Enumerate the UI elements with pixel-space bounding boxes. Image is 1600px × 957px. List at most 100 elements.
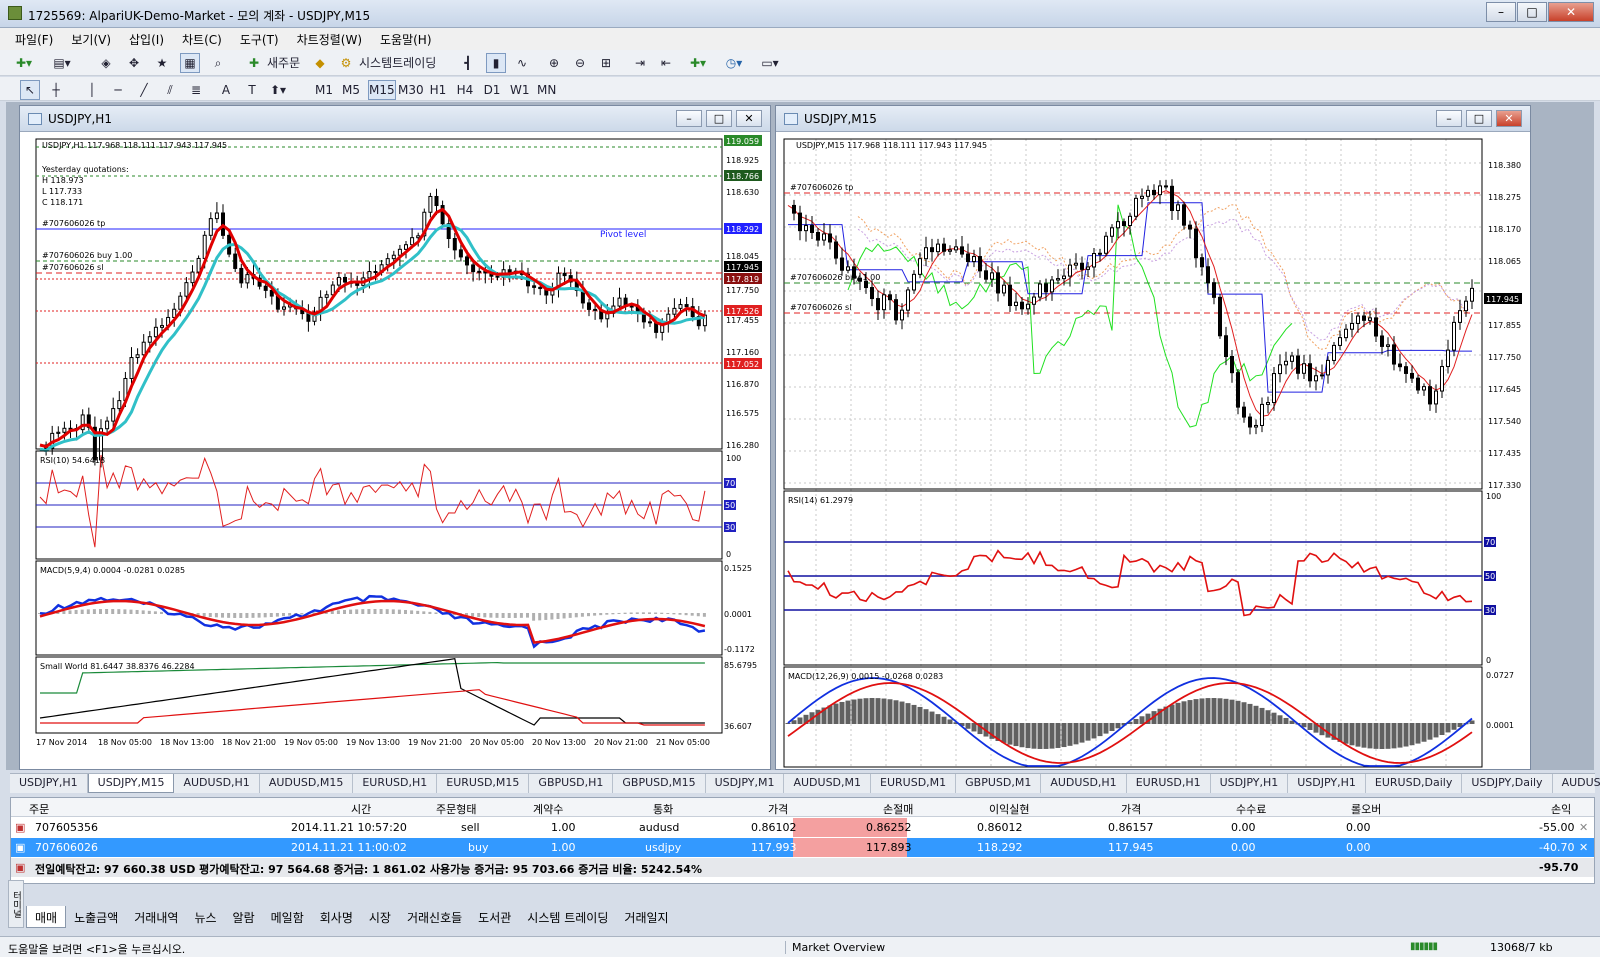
col-profit[interactable]: 손익 bbox=[1551, 801, 1571, 817]
text-label-icon[interactable]: T bbox=[242, 80, 262, 100]
col-swap[interactable]: 롤오버 bbox=[1351, 801, 1381, 817]
market-watch-icon[interactable]: ◈ bbox=[96, 53, 116, 73]
col-time[interactable]: 시간 bbox=[351, 801, 371, 817]
timeframe-m30[interactable]: M30 bbox=[397, 80, 425, 100]
zoom-out-icon[interactable]: ⊖ bbox=[570, 53, 590, 73]
table-row[interactable]: ▣ 707605356 2014.11.21 10:57:20 sell 1.0… bbox=[11, 818, 1594, 837]
menu-window[interactable]: 차트정렬(W) bbox=[288, 28, 371, 50]
chart-close-button[interactable]: ✕ bbox=[736, 110, 762, 127]
chart-tab[interactable]: AUDUSD,M1 bbox=[784, 774, 872, 793]
terminal-tab[interactable]: 뉴스 bbox=[186, 906, 224, 928]
close-order-icon[interactable]: ✕ bbox=[1579, 841, 1588, 854]
chart-tab[interactable]: USDJPY,H1 bbox=[1211, 774, 1289, 793]
horizontal-line-icon[interactable]: ─ bbox=[108, 80, 128, 100]
table-row-selected[interactable]: ▣ 707606026 2014.11.21 11:00:02 buy 1.00… bbox=[11, 838, 1594, 857]
menu-tools[interactable]: 도구(T) bbox=[231, 28, 288, 50]
menu-charts[interactable]: 차트(C) bbox=[173, 28, 231, 50]
channel-icon[interactable]: ⫽ bbox=[160, 80, 180, 100]
auto-trading-icon[interactable]: ⚙ bbox=[336, 53, 356, 73]
col-order[interactable]: 주문 bbox=[29, 801, 49, 817]
chart-tab[interactable]: EURUSD,H1 bbox=[1127, 774, 1211, 793]
menu-insert[interactable]: 삽입(I) bbox=[120, 28, 173, 50]
terminal-tab[interactable]: 회사명 bbox=[312, 906, 361, 928]
vertical-line-icon[interactable]: │ bbox=[82, 80, 102, 100]
maximize-button[interactable]: □ bbox=[1517, 2, 1547, 22]
timeframe-m1[interactable]: M1 bbox=[314, 80, 334, 100]
timeframe-h4[interactable]: H4 bbox=[455, 80, 475, 100]
tile-windows-icon[interactable]: ⊞ bbox=[596, 53, 616, 73]
candlestick-icon[interactable]: ▮ bbox=[486, 53, 506, 73]
chart-tab[interactable]: GBPUSD,H1 bbox=[529, 774, 614, 793]
col-size[interactable]: 계약수 bbox=[533, 801, 563, 817]
timeframe-m5[interactable]: M5 bbox=[341, 80, 361, 100]
profiles-icon[interactable]: ▤▾ bbox=[52, 53, 72, 73]
text-icon[interactable]: A bbox=[216, 80, 236, 100]
chart-tab[interactable]: EURUSD,H1 bbox=[353, 774, 438, 793]
strategy-tester-icon[interactable]: ⌕ bbox=[208, 53, 228, 73]
chart-tab[interactable]: GBPUSD,M15 bbox=[613, 774, 706, 793]
chart-tab[interactable]: AUDUSD,Daily bbox=[1553, 774, 1600, 793]
close-order-icon[interactable]: ✕ bbox=[1579, 821, 1588, 834]
data-window-icon[interactable]: ✥ bbox=[124, 53, 144, 73]
periods-icon[interactable]: ◷▾ bbox=[724, 53, 744, 73]
timeframe-mn[interactable]: MN bbox=[536, 80, 557, 100]
terminal-tab[interactable]: 노출금액 bbox=[66, 906, 126, 928]
cursor-icon[interactable]: ↖ bbox=[20, 80, 40, 100]
menu-file[interactable]: 파일(F) bbox=[6, 28, 62, 50]
metaeditor-icon[interactable]: ◆ bbox=[310, 53, 330, 73]
chart-window-usdjpy-h1[interactable]: USDJPY,H1 – □ ✕ USDJPY,H1 117.968 118.11… bbox=[19, 105, 771, 770]
chart-tab[interactable]: EURUSD,Daily bbox=[1366, 774, 1463, 793]
timeframe-w1[interactable]: W1 bbox=[509, 80, 531, 100]
terminal-tab[interactable]: 거래일지 bbox=[616, 906, 676, 928]
chart-window-usdjpy-m15[interactable]: USDJPY,M15 – □ ✕ USDJPY,M15 117.968 118.… bbox=[775, 105, 1531, 770]
menu-view[interactable]: 보기(V) bbox=[62, 28, 120, 50]
new-chart-icon[interactable]: ✚▾ bbox=[14, 53, 34, 73]
auto-scroll-icon[interactable]: ⇥ bbox=[630, 53, 650, 73]
chart-maximize-button[interactable]: □ bbox=[1466, 110, 1492, 127]
menu-help[interactable]: 도움말(H) bbox=[371, 28, 441, 50]
timeframe-d1[interactable]: D1 bbox=[482, 80, 502, 100]
col-commission[interactable]: 수수료 bbox=[1236, 801, 1266, 817]
chart-tab[interactable]: AUDUSD,H1 bbox=[174, 774, 260, 793]
chart-minimize-button[interactable]: – bbox=[1436, 110, 1462, 127]
terminal-tab[interactable]: 거래내역 bbox=[126, 906, 186, 928]
chart-tab[interactable]: AUDUSD,H1 bbox=[1041, 774, 1127, 793]
crosshair-icon[interactable]: ┼ bbox=[46, 80, 66, 100]
chart-tab[interactable]: USDJPY,M15 bbox=[87, 774, 175, 793]
chart-close-button[interactable]: ✕ bbox=[1496, 110, 1522, 127]
timeframe-h1[interactable]: H1 bbox=[428, 80, 448, 100]
terminal-tab[interactable]: 시스템 트레이딩 bbox=[519, 906, 616, 928]
col-tp[interactable]: 이익실현 bbox=[989, 801, 1029, 817]
close-button[interactable]: ✕ bbox=[1548, 2, 1594, 22]
new-order-button[interactable]: 새주문 bbox=[266, 53, 301, 73]
col-sl[interactable]: 손절매 bbox=[883, 801, 913, 817]
chart-shift-icon[interactable]: ⇤ bbox=[656, 53, 676, 73]
chart-tab[interactable]: GBPUSD,M1 bbox=[956, 774, 1042, 793]
zoom-in-icon[interactable]: ⊕ bbox=[544, 53, 564, 73]
arrows-icon[interactable]: ⬆▾ bbox=[268, 80, 288, 100]
fibonacci-icon[interactable]: ≣ bbox=[186, 80, 206, 100]
chart-tab[interactable]: USDJPY,Daily bbox=[1462, 774, 1553, 793]
col-current-price[interactable]: 가격 bbox=[1121, 801, 1141, 817]
bar-chart-icon[interactable]: ┫ bbox=[458, 53, 478, 73]
chart-tab[interactable]: EURUSD,M1 bbox=[871, 774, 957, 793]
chart-tab[interactable]: USDJPY,H1 bbox=[10, 774, 88, 793]
chart-maximize-button[interactable]: □ bbox=[706, 110, 732, 127]
new-order-icon[interactable]: ✚ bbox=[244, 53, 264, 73]
col-price[interactable]: 가격 bbox=[768, 801, 788, 817]
minimize-button[interactable]: – bbox=[1486, 2, 1516, 22]
terminal-icon[interactable]: ▦ bbox=[180, 53, 200, 73]
chart-tab[interactable]: AUDUSD,M15 bbox=[260, 774, 354, 793]
terminal-tab[interactable]: 메일함 bbox=[263, 906, 312, 928]
chart-minimize-button[interactable]: – bbox=[676, 110, 702, 127]
terminal-tab[interactable]: 도서관 bbox=[470, 906, 519, 928]
templates-icon[interactable]: ▭▾ bbox=[760, 53, 780, 73]
navigator-icon[interactable]: ★ bbox=[152, 53, 172, 73]
timeframe-m15[interactable]: M15 bbox=[368, 80, 396, 100]
chart-tab[interactable]: EURUSD,M15 bbox=[437, 774, 530, 793]
usdjpy-h1-chart[interactable]: USDJPY,H1 117.968 118.111 117.943 117.94… bbox=[20, 133, 770, 769]
auto-trading-button[interactable]: 시스템트레이딩 bbox=[358, 53, 437, 73]
terminal-tab[interactable]: 시장 bbox=[361, 906, 399, 928]
col-symbol[interactable]: 통화 bbox=[653, 801, 673, 817]
chart-tab[interactable]: USDJPY,M1 bbox=[706, 774, 785, 793]
